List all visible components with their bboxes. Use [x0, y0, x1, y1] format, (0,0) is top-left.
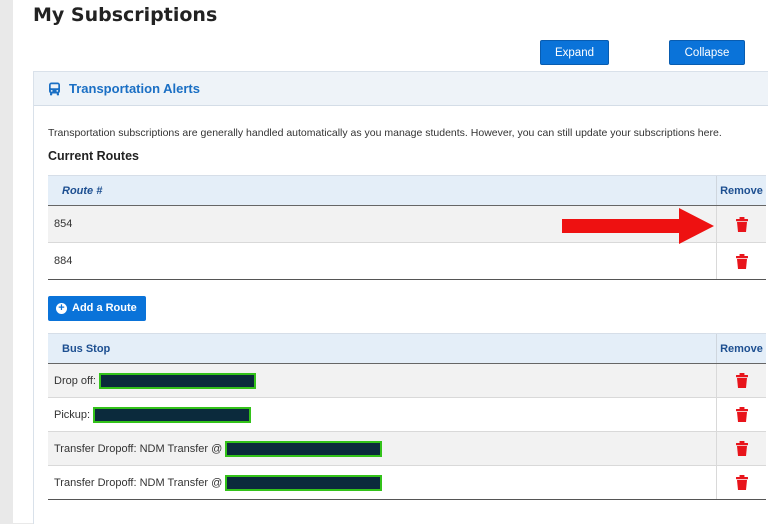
plus-circle-icon: +	[56, 303, 67, 314]
bus-stops-table: Bus Stop Remove Drop off: Pickup: Transf…	[48, 333, 766, 500]
table-row: Drop off:	[48, 363, 766, 398]
panel-title: Transportation Alerts	[69, 81, 200, 96]
column-header-remove: Remove	[716, 175, 766, 206]
table-row: Transfer Dropoff: NDM Transfer @	[48, 465, 766, 500]
trash-icon[interactable]	[735, 253, 748, 269]
bus-stop-cell: Transfer Dropoff: NDM Transfer @	[48, 465, 717, 500]
bus-stop-cell: Transfer Dropoff: NDM Transfer @	[48, 431, 717, 466]
trash-icon[interactable]	[735, 373, 748, 388]
column-header-route: Route #	[48, 175, 717, 206]
table-row: Pickup:	[48, 397, 766, 432]
bus-stop-cell: Pickup:	[48, 397, 717, 432]
transportation-alerts-panel: Transportation Alerts Transportation sub…	[33, 71, 768, 524]
add-route-button[interactable]: + Add a Route	[48, 296, 146, 321]
bus-stop-label: Transfer Dropoff: NDM Transfer @	[54, 476, 223, 489]
column-header-bus-stop: Bus Stop	[48, 333, 717, 364]
section-title: Current Routes	[48, 149, 139, 163]
expand-all-button[interactable]: Expand All	[540, 40, 609, 84]
trash-icon[interactable]	[735, 475, 748, 490]
redacted-address	[225, 474, 383, 491]
page-title: My Subscriptions	[33, 4, 218, 26]
bus-stop-label: Drop off:	[54, 374, 96, 387]
collapse-all-button[interactable]: Collapse All	[669, 40, 745, 84]
table-row: 884	[48, 242, 766, 280]
intro-text: Transportation subscriptions are general…	[48, 127, 722, 139]
page: My Subscriptions Expand All Collapse All…	[13, 0, 768, 524]
bus-stop-label: Transfer Dropoff: NDM Transfer @	[54, 442, 223, 455]
redacted-address	[99, 372, 257, 389]
trash-icon[interactable]	[735, 407, 748, 422]
add-route-label: Add a Route	[72, 302, 137, 314]
table-row: Transfer Dropoff: NDM Transfer @	[48, 431, 766, 466]
panel-header[interactable]: Transportation Alerts	[34, 72, 768, 106]
table-header-row: Bus Stop Remove	[48, 333, 766, 364]
redacted-address	[225, 440, 383, 457]
bus-icon	[49, 82, 60, 95]
table-header-row: Route # Remove	[48, 175, 766, 206]
route-number: 884	[48, 242, 717, 280]
trash-icon[interactable]	[735, 441, 748, 456]
trash-icon[interactable]	[735, 216, 748, 232]
annotation-arrow-icon	[562, 208, 714, 244]
bus-stop-cell: Drop off:	[48, 363, 717, 398]
column-header-remove: Remove	[716, 333, 766, 364]
bus-stop-label: Pickup:	[54, 408, 91, 421]
redacted-address	[93, 406, 252, 423]
